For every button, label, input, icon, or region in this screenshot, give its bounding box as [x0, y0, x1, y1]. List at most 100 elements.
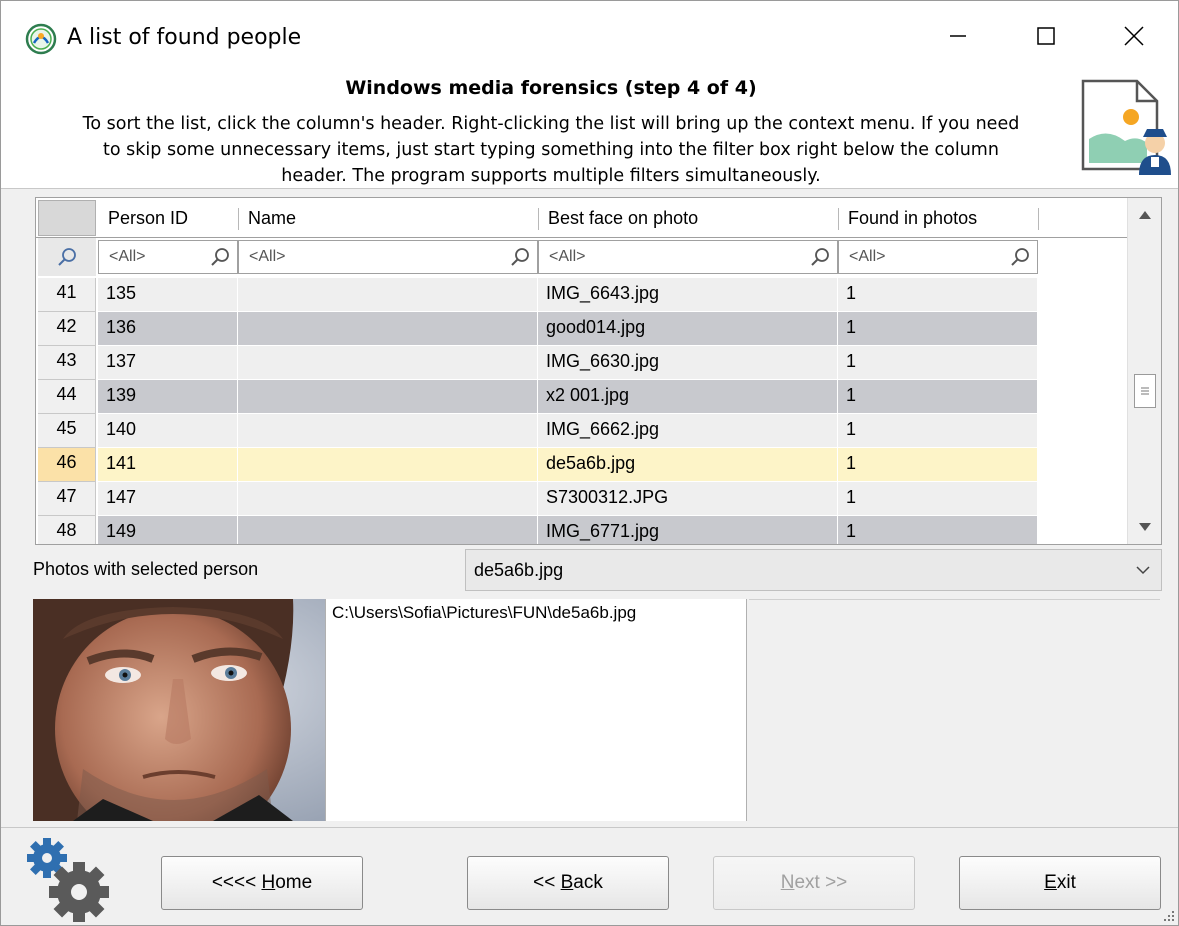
cell-best-face: IMG_6771.jpg: [538, 516, 838, 544]
cell-found-in-photos: 1: [838, 482, 1038, 516]
next-button[interactable]: Next >>: [713, 856, 915, 910]
column-separator[interactable]: [1038, 208, 1039, 230]
table-row[interactable]: 47 147 S7300312.JPG 1: [36, 482, 1128, 516]
cell-best-face: S7300312.JPG: [538, 482, 838, 516]
wizard-footer: <<<< Home << Back Next >> Exit: [1, 827, 1178, 925]
title-bar: A list of found people: [1, 1, 1178, 73]
close-button[interactable]: [1099, 11, 1169, 61]
app-logo-icon: [25, 23, 57, 55]
home-button-rest: ome: [275, 872, 313, 893]
row-number: 45: [38, 414, 96, 448]
cell-person-id: 136: [98, 312, 238, 346]
column-header-found-in-photos[interactable]: Found in photos: [838, 198, 1038, 238]
cell-name: [238, 482, 538, 516]
cell-person-id: 137: [98, 346, 238, 380]
search-icon: [58, 248, 76, 266]
arrow-down-icon: [1139, 523, 1151, 531]
filter-person-id[interactable]: <All>: [98, 240, 238, 274]
cell-person-id: 147: [98, 482, 238, 516]
minimize-button[interactable]: [923, 11, 993, 61]
row-number: 44: [38, 380, 96, 414]
cell-person-id: 135: [98, 278, 238, 312]
photo-dropdown[interactable]: de5a6b.jpg: [465, 549, 1162, 591]
scroll-down-button[interactable]: [1128, 510, 1161, 544]
window-title: A list of found people: [67, 25, 302, 50]
cell-name: [238, 346, 538, 380]
filter-best-face[interactable]: <All>: [538, 240, 838, 274]
people-grid[interactable]: Person ID Name Best face on photo Found …: [35, 197, 1162, 545]
cell-best-face: IMG_6630.jpg: [538, 346, 838, 380]
exit-button[interactable]: Exit: [959, 856, 1161, 910]
filter-name[interactable]: <All>: [238, 240, 538, 274]
filter-corner: [38, 238, 96, 276]
cell-found-in-photos: 1: [838, 448, 1038, 482]
table-row[interactable]: 44 139 x2 001.jpg 1: [36, 380, 1128, 414]
row-number: 47: [38, 482, 96, 516]
cell-best-face: good014.jpg: [538, 312, 838, 346]
exit-button-accel: E: [1044, 872, 1057, 893]
cell-found-in-photos: 1: [838, 312, 1038, 346]
next-button-accel: N: [780, 872, 795, 893]
minimize-icon: [950, 35, 966, 37]
grid-header-row: Person ID Name Best face on photo Found …: [36, 198, 1128, 238]
gears-icon: [27, 838, 109, 922]
close-icon: [1124, 26, 1144, 46]
step-description: To sort the list, click the column's hea…: [23, 111, 1079, 189]
wizard-header: Windows media forensics (step 4 of 4) To…: [1, 73, 1178, 189]
photo-path-box: C:\Users\Sofia\Pictures\FUN\de5a6b.jpg: [325, 599, 747, 821]
cell-name: [238, 380, 538, 414]
table-row[interactable]: 43 137 IMG_6630.jpg 1: [36, 346, 1128, 380]
photo-path: C:\Users\Sofia\Pictures\FUN\de5a6b.jpg: [332, 603, 637, 622]
column-header-person-id[interactable]: Person ID: [98, 198, 238, 238]
filter-value: <All>: [849, 248, 886, 265]
grid-corner-cell[interactable]: [38, 200, 96, 236]
filter-found-in-photos[interactable]: <All>: [838, 240, 1038, 274]
search-icon: [211, 248, 229, 266]
filter-value: <All>: [109, 248, 146, 265]
maximize-button[interactable]: [1011, 11, 1081, 61]
chevron-down-icon: [1136, 566, 1150, 575]
face-photo: [33, 599, 325, 849]
description-line: to skip some unnecessary items, just sta…: [103, 140, 999, 160]
row-number: 42: [38, 312, 96, 346]
row-number: 46: [38, 448, 96, 482]
column-header-name[interactable]: Name: [238, 198, 538, 238]
search-icon: [511, 248, 529, 266]
next-button-rest: ext >>: [794, 872, 848, 893]
table-row[interactable]: 48 149 IMG_6771.jpg 1: [36, 516, 1128, 544]
cell-best-face: IMG_6662.jpg: [538, 414, 838, 448]
cell-person-id: 141: [98, 448, 238, 482]
cell-best-face: de5a6b.jpg: [538, 448, 838, 482]
filter-value: <All>: [549, 248, 586, 265]
grid-rows: 41 135 IMG_6643.jpg 1 42 136 good014.jpg…: [36, 278, 1128, 544]
back-button-accel: B: [560, 872, 574, 893]
table-row[interactable]: 41 135 IMG_6643.jpg 1: [36, 278, 1128, 312]
vertical-scrollbar[interactable]: [1127, 198, 1161, 544]
search-icon: [811, 248, 829, 266]
row-number: 48: [38, 516, 96, 544]
scroll-up-button[interactable]: [1128, 198, 1161, 232]
description-line: To sort the list, click the column's hea…: [82, 114, 1020, 134]
resize-grip-icon[interactable]: [1162, 909, 1176, 923]
exit-button-rest: xit: [1056, 872, 1076, 893]
cell-person-id: 139: [98, 380, 238, 414]
cell-name: [238, 414, 538, 448]
home-button[interactable]: <<<< Home: [161, 856, 363, 910]
cell-found-in-photos: 1: [838, 346, 1038, 380]
back-button-rest: ack: [573, 872, 603, 893]
description-line: header. The program supports multiple fi…: [281, 166, 821, 186]
cell-person-id: 140: [98, 414, 238, 448]
cell-name: [238, 278, 538, 312]
table-row[interactable]: 45 140 IMG_6662.jpg 1: [36, 414, 1128, 448]
table-row-selected[interactable]: 46 141 de5a6b.jpg 1: [36, 448, 1128, 482]
column-header-best-face[interactable]: Best face on photo: [538, 198, 838, 238]
cell-best-face: x2 001.jpg: [538, 380, 838, 414]
back-button-prefix: <<: [533, 872, 561, 893]
scroll-thumb[interactable]: [1134, 374, 1156, 408]
cell-name: [238, 448, 538, 482]
table-row[interactable]: 42 136 good014.jpg 1: [36, 312, 1128, 346]
photo-investigator-icon: [1081, 79, 1171, 175]
cell-person-id: 149: [98, 516, 238, 544]
back-button[interactable]: << Back: [467, 856, 669, 910]
cell-found-in-photos: 1: [838, 278, 1038, 312]
